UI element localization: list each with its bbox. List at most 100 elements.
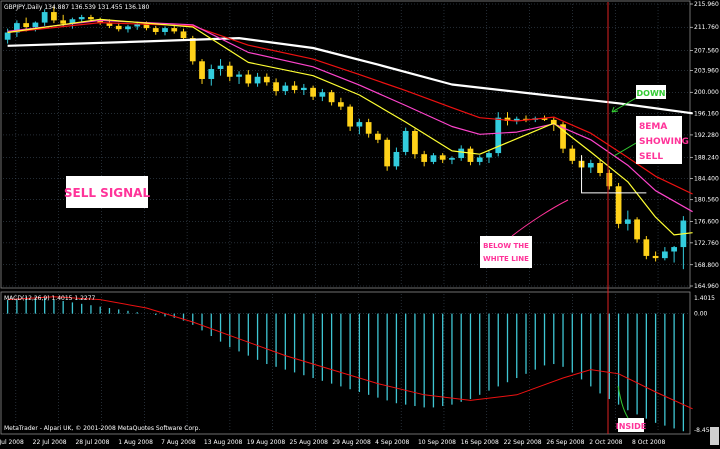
macd-tick-label: 0.00 — [694, 311, 708, 318]
price-tick-label: 172.760 — [694, 240, 719, 247]
price-tick-label: 176.600 — [694, 219, 719, 226]
candle-body — [338, 102, 344, 107]
candle-body — [152, 28, 159, 32]
candle-body — [486, 153, 492, 158]
candle-body — [412, 130, 418, 155]
candle-body — [60, 20, 67, 24]
price-tick-label: 184.400 — [694, 176, 719, 183]
candle-body — [254, 76, 261, 84]
candle-body — [23, 23, 30, 28]
price-tick-label: 211.760 — [694, 24, 719, 31]
candle-body — [467, 148, 474, 162]
candle-body — [88, 17, 94, 20]
candle-body — [643, 239, 650, 256]
candle-body — [661, 251, 668, 259]
date-tick-label: 22 Jul 2008 — [33, 439, 67, 446]
candle-body — [189, 38, 196, 62]
candle-body — [652, 255, 659, 259]
candle-body — [125, 26, 131, 30]
candle-body — [291, 85, 298, 91]
candle-body — [421, 154, 428, 162]
price-tick-label: 188.240 — [694, 154, 719, 161]
candle-body — [587, 163, 594, 168]
date-tick-label: 7 Aug 2008 — [161, 439, 196, 446]
below-white-line-1: BELOW THE — [483, 242, 529, 250]
date-tick-label: 29 Aug 2008 — [332, 439, 371, 446]
candle-body — [208, 69, 215, 79]
date-tick-label: 4 Sep 2008 — [375, 439, 409, 446]
candle-body — [236, 74, 242, 77]
price-tick-label: 164.960 — [694, 283, 719, 290]
price-tick-label: 196.160 — [694, 110, 719, 117]
macd-tick-label: 1.4015 — [694, 295, 715, 302]
candle-body — [569, 148, 576, 161]
candle — [402, 127, 409, 156]
date-tick-label: 25 Aug 2008 — [290, 439, 329, 446]
candle-body — [41, 12, 48, 23]
candle-body — [115, 25, 122, 30]
candle-body — [624, 219, 631, 224]
date-tick-label: 2 Oct 2008 — [589, 439, 622, 446]
candle-body — [671, 247, 677, 252]
candle-body — [78, 17, 85, 20]
date-tick-label: 13 Aug 2008 — [204, 439, 243, 446]
price-tick-label: 180.560 — [694, 197, 719, 204]
candle-body — [439, 155, 446, 160]
ema-sell-line-3: SELL — [639, 152, 663, 162]
copyright-footer: MetaTrader - Alpari UK, © 2001-2008 Meta… — [4, 425, 200, 432]
candle-body — [476, 157, 483, 162]
price-tick-label: 203.960 — [694, 67, 719, 74]
metatrader-chart-window[interactable]: GBPJPY,Daily 134.887 136.539 131.455 136… — [0, 0, 720, 449]
candle-body — [634, 219, 640, 240]
date-tick-label: 8 Oct 2008 — [632, 439, 665, 446]
candle — [384, 137, 391, 171]
sell-signal-label: SELL SIGNAL — [64, 186, 151, 200]
candle — [643, 236, 650, 260]
candle-body — [263, 76, 270, 83]
candle-body — [171, 28, 178, 32]
below-white-line-2: WHITE LINE — [483, 255, 529, 263]
candle-body — [606, 172, 613, 187]
price-tick-label: 168.800 — [694, 262, 719, 269]
date-tick-label: 19 Aug 2008 — [247, 439, 286, 446]
macd-header-title: MACD(12,26,9) 1.4015 1.2277 — [4, 295, 96, 302]
candle-body — [615, 186, 622, 224]
candle-body — [356, 122, 363, 127]
candle-body — [597, 163, 603, 173]
candle-body — [273, 82, 279, 92]
date-tick-label: 22 Sep 2008 — [504, 439, 542, 446]
candle-body — [347, 106, 353, 127]
date-tick-label: 16 Sep 2008 — [461, 439, 499, 446]
candle-body — [217, 65, 224, 70]
date-axis: 16 Jul 2008 22 Jul 2008 28 Jul 2008 1 Aug 2… — [0, 439, 665, 446]
inside-label: INSIDE — [616, 422, 647, 431]
candle-body — [199, 61, 205, 79]
candle-body — [282, 85, 289, 92]
candle-body — [32, 22, 39, 28]
chart-header-title: GBPJPY,Daily 134.887 136.539 131.455 136… — [4, 4, 149, 11]
candle-body — [402, 130, 409, 152]
price-tick-label: 215.960 — [694, 1, 719, 8]
candle-body — [384, 139, 391, 167]
candle-body — [226, 65, 233, 77]
scrollbar-thumb[interactable] — [710, 427, 719, 445]
price-tick-label: 207.560 — [694, 47, 719, 54]
candle-body — [365, 122, 372, 134]
candle-body — [180, 31, 187, 39]
date-tick-label: 28 Jul 2008 — [75, 439, 109, 446]
candle-body — [328, 92, 335, 103]
candle-body — [430, 155, 437, 162]
candle-body — [4, 32, 11, 40]
candle — [412, 128, 418, 159]
candle-body — [162, 28, 168, 32]
candle-body — [319, 92, 326, 97]
date-tick-label: 16 Jul 2008 — [0, 439, 24, 446]
date-tick-label: 26 Sep 2008 — [546, 439, 584, 446]
candle-body — [375, 133, 381, 140]
price-tick-label: 192.280 — [694, 132, 719, 139]
candle-body — [245, 74, 252, 84]
candle — [615, 182, 622, 229]
date-tick-label: 10 Sep 2008 — [418, 439, 456, 446]
candle-body — [300, 87, 307, 91]
candle-body — [51, 12, 57, 21]
